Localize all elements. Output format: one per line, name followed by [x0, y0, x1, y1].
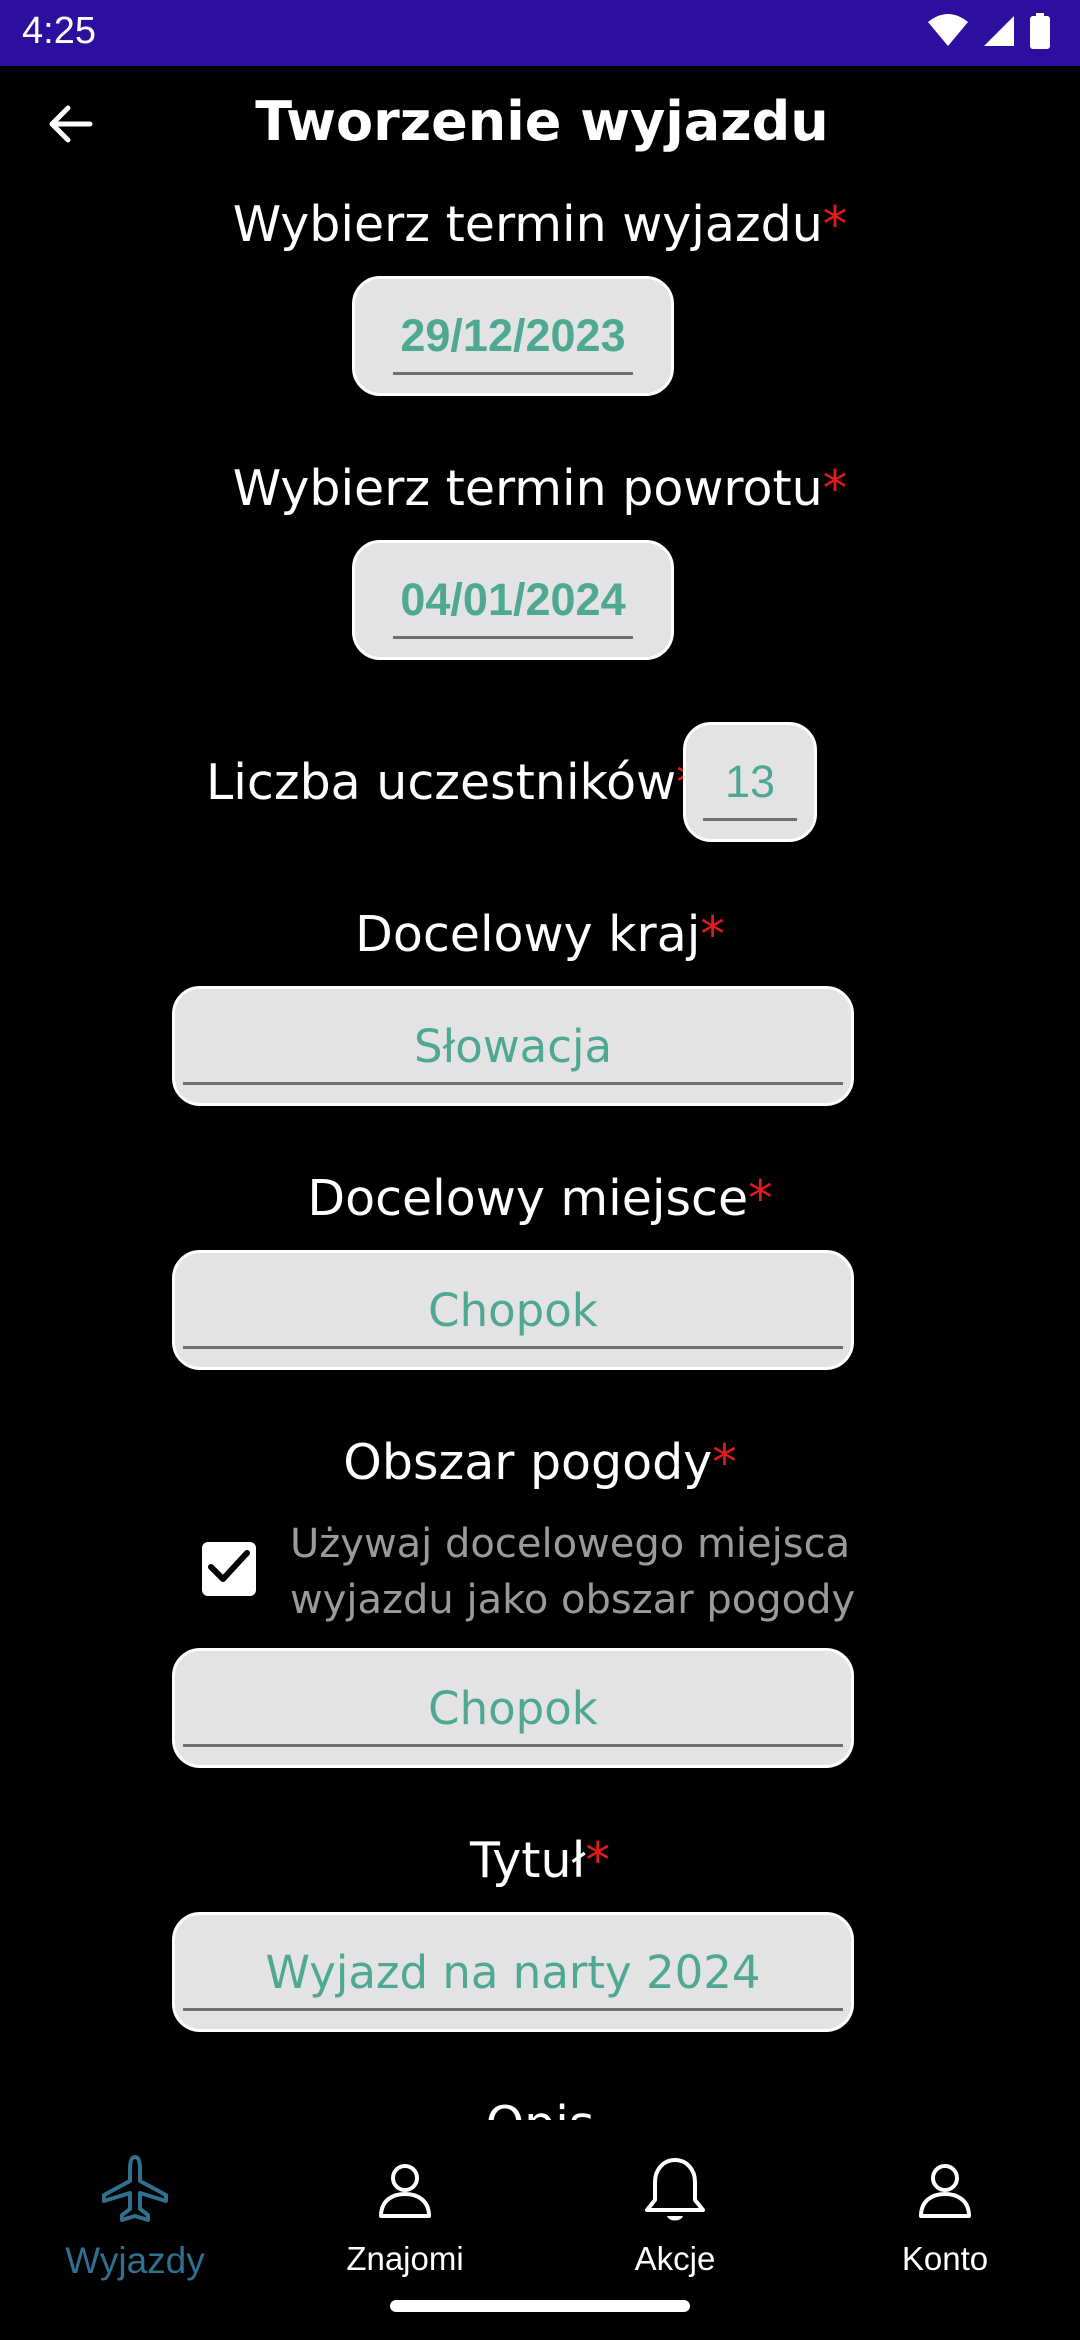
field-underline — [183, 1346, 843, 1349]
bell-icon — [635, 2150, 715, 2230]
required-mark: * — [585, 1832, 611, 1889]
participants-label-text: Liczba uczestników — [206, 754, 677, 811]
weather-area-field[interactable]: Chopok — [172, 1648, 854, 1768]
required-mark: * — [748, 1170, 773, 1227]
country-field[interactable]: Słowacja — [172, 986, 854, 1106]
nav-item-trips[interactable]: Wyjazdy — [0, 2150, 270, 2290]
nav-label-actions: Akcje — [634, 2240, 716, 2277]
battery-icon — [1030, 13, 1050, 53]
field-underline — [183, 1744, 843, 1747]
status-time: 4:25 — [22, 10, 96, 52]
place-value: Chopok — [428, 1283, 598, 1337]
trip-title-field[interactable]: Wyjazd na narty 2024 — [172, 1912, 854, 2032]
nav-item-actions[interactable]: Akcje — [540, 2150, 810, 2290]
checkmark-icon — [207, 1547, 251, 1591]
nav-label-friends: Znajomi — [346, 2240, 464, 2277]
wifi-icon — [928, 14, 968, 52]
place-label: Docelowy miejsce* — [0, 1170, 1080, 1227]
status-icons — [928, 13, 1050, 53]
use-destination-checkbox[interactable] — [202, 1542, 256, 1596]
return-date-label-text: Wybierz termin powrotu — [232, 460, 823, 517]
departure-date-field[interactable]: 29/12/2023 — [352, 276, 674, 396]
required-mark: * — [700, 906, 725, 963]
required-mark: * — [822, 196, 848, 253]
nav-item-account[interactable]: Konto — [810, 2150, 1080, 2290]
return-date-label: Wybierz termin powrotu* — [0, 460, 1080, 517]
person-icon — [905, 2150, 985, 2230]
weather-area-value: Chopok — [428, 1681, 598, 1735]
place-label-text: Docelowy miejsce — [307, 1170, 749, 1227]
nav-label-account: Konto — [901, 2240, 989, 2277]
departure-date-label-text: Wybierz termin wyjazdu — [232, 196, 823, 253]
trip-form[interactable]: Wybierz termin wyjazdu* 29/12/2023 Wybie… — [0, 186, 1080, 2120]
required-mark: * — [712, 1434, 737, 1491]
weather-area-label-text: Obszar pogody — [343, 1434, 713, 1491]
participants-value: 13 — [724, 756, 776, 807]
country-label: Docelowy kraj* — [0, 906, 1080, 963]
person-icon — [365, 2150, 445, 2230]
description-label: Opis — [0, 2096, 1080, 2120]
use-destination-checkbox-text[interactable]: Używaj docelowego miejsca wyjazdu jako o… — [290, 1516, 910, 1628]
checkbox-text-line2: wyjazdu jako obszar pogody — [290, 1577, 856, 1623]
field-underline — [183, 2008, 843, 2011]
nav-label-trips: Wyjazdy — [65, 2240, 205, 2281]
participants-label: Liczba uczestników* — [206, 754, 701, 811]
home-indicator[interactable] — [390, 2300, 690, 2312]
weather-area-label: Obszar pogody* — [0, 1434, 1080, 1491]
field-underline — [183, 1082, 843, 1085]
country-label-text: Docelowy kraj — [355, 906, 701, 963]
field-underline — [703, 818, 797, 821]
trip-title-label: Tytuł* — [0, 1832, 1080, 1889]
nav-item-friends[interactable]: Znajomi — [270, 2150, 540, 2290]
signal-icon — [982, 14, 1016, 52]
departure-date-label: Wybierz termin wyjazdu* — [0, 196, 1080, 253]
field-underline — [393, 636, 633, 639]
required-mark: * — [822, 460, 848, 517]
departure-date-value: 29/12/2023 — [400, 310, 626, 361]
country-value: Słowacja — [413, 1019, 613, 1073]
field-underline — [393, 372, 633, 375]
page-title: Tworzenie wyjazdu — [255, 90, 829, 153]
trip-title-label-text: Tytuł — [470, 1832, 586, 1889]
trip-title-value: Wyjazd na narty 2024 — [265, 1945, 761, 1999]
return-date-field[interactable]: 04/01/2024 — [352, 540, 674, 660]
status-bar: 4:25 — [0, 0, 1080, 66]
checkbox-text-line1: Używaj docelowego miejsca — [290, 1521, 851, 1567]
return-date-value: 04/01/2024 — [400, 574, 626, 625]
app-bar: Tworzenie wyjazdu — [0, 66, 1080, 186]
airplane-icon — [95, 2150, 175, 2230]
place-field[interactable]: Chopok — [172, 1250, 854, 1370]
participants-field[interactable]: 13 — [683, 722, 817, 842]
